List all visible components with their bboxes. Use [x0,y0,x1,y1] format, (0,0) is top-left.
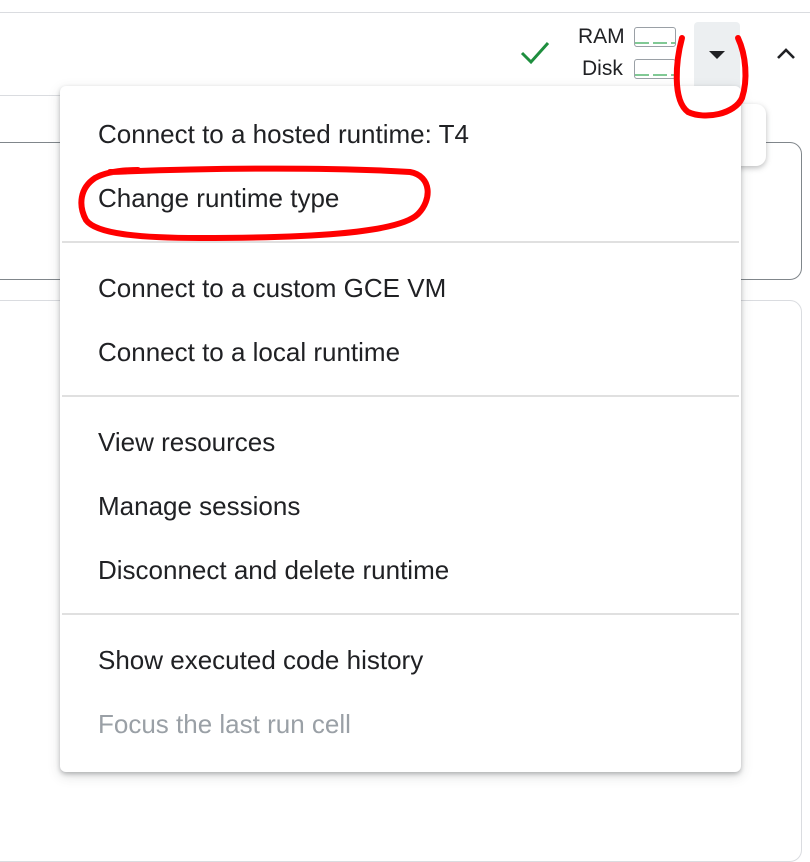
runtime-menu: Connect to a hosted runtime: T4 Change r… [60,86,741,772]
ram-meter[interactable] [634,27,676,47]
runtime-dropdown-button[interactable] [694,22,740,94]
menu-item-connect-gce-vm[interactable]: Connect to a custom GCE VM [60,260,741,316]
disk-meter[interactable] [634,59,676,79]
menu-item-manage-sessions[interactable]: Manage sessions [60,478,741,534]
caret-down-icon [709,51,725,59]
check-icon [520,41,550,65]
menu-item-change-runtime-type[interactable]: Change runtime type [60,170,741,226]
menu-item-view-resources[interactable]: View resources [60,414,741,470]
menu-item-focus-last-run-cell: Focus the last run cell [98,709,351,739]
menu-divider [62,395,739,397]
menu-item-connect-local[interactable]: Connect to a local runtime [60,324,741,380]
menu-divider [62,241,739,243]
top-divider [0,12,810,13]
disk-label: Disk [582,57,623,80]
chevron-up-icon[interactable] [772,40,800,68]
menu-item-show-code-history[interactable]: Show executed code history [60,632,741,688]
menu-item-disconnect-delete[interactable]: Disconnect and delete runtime [60,542,741,598]
menu-divider [62,613,739,615]
menu-item-connect-hosted[interactable]: Connect to a hosted runtime: T4 [60,106,741,162]
ram-label: RAM [578,25,625,48]
